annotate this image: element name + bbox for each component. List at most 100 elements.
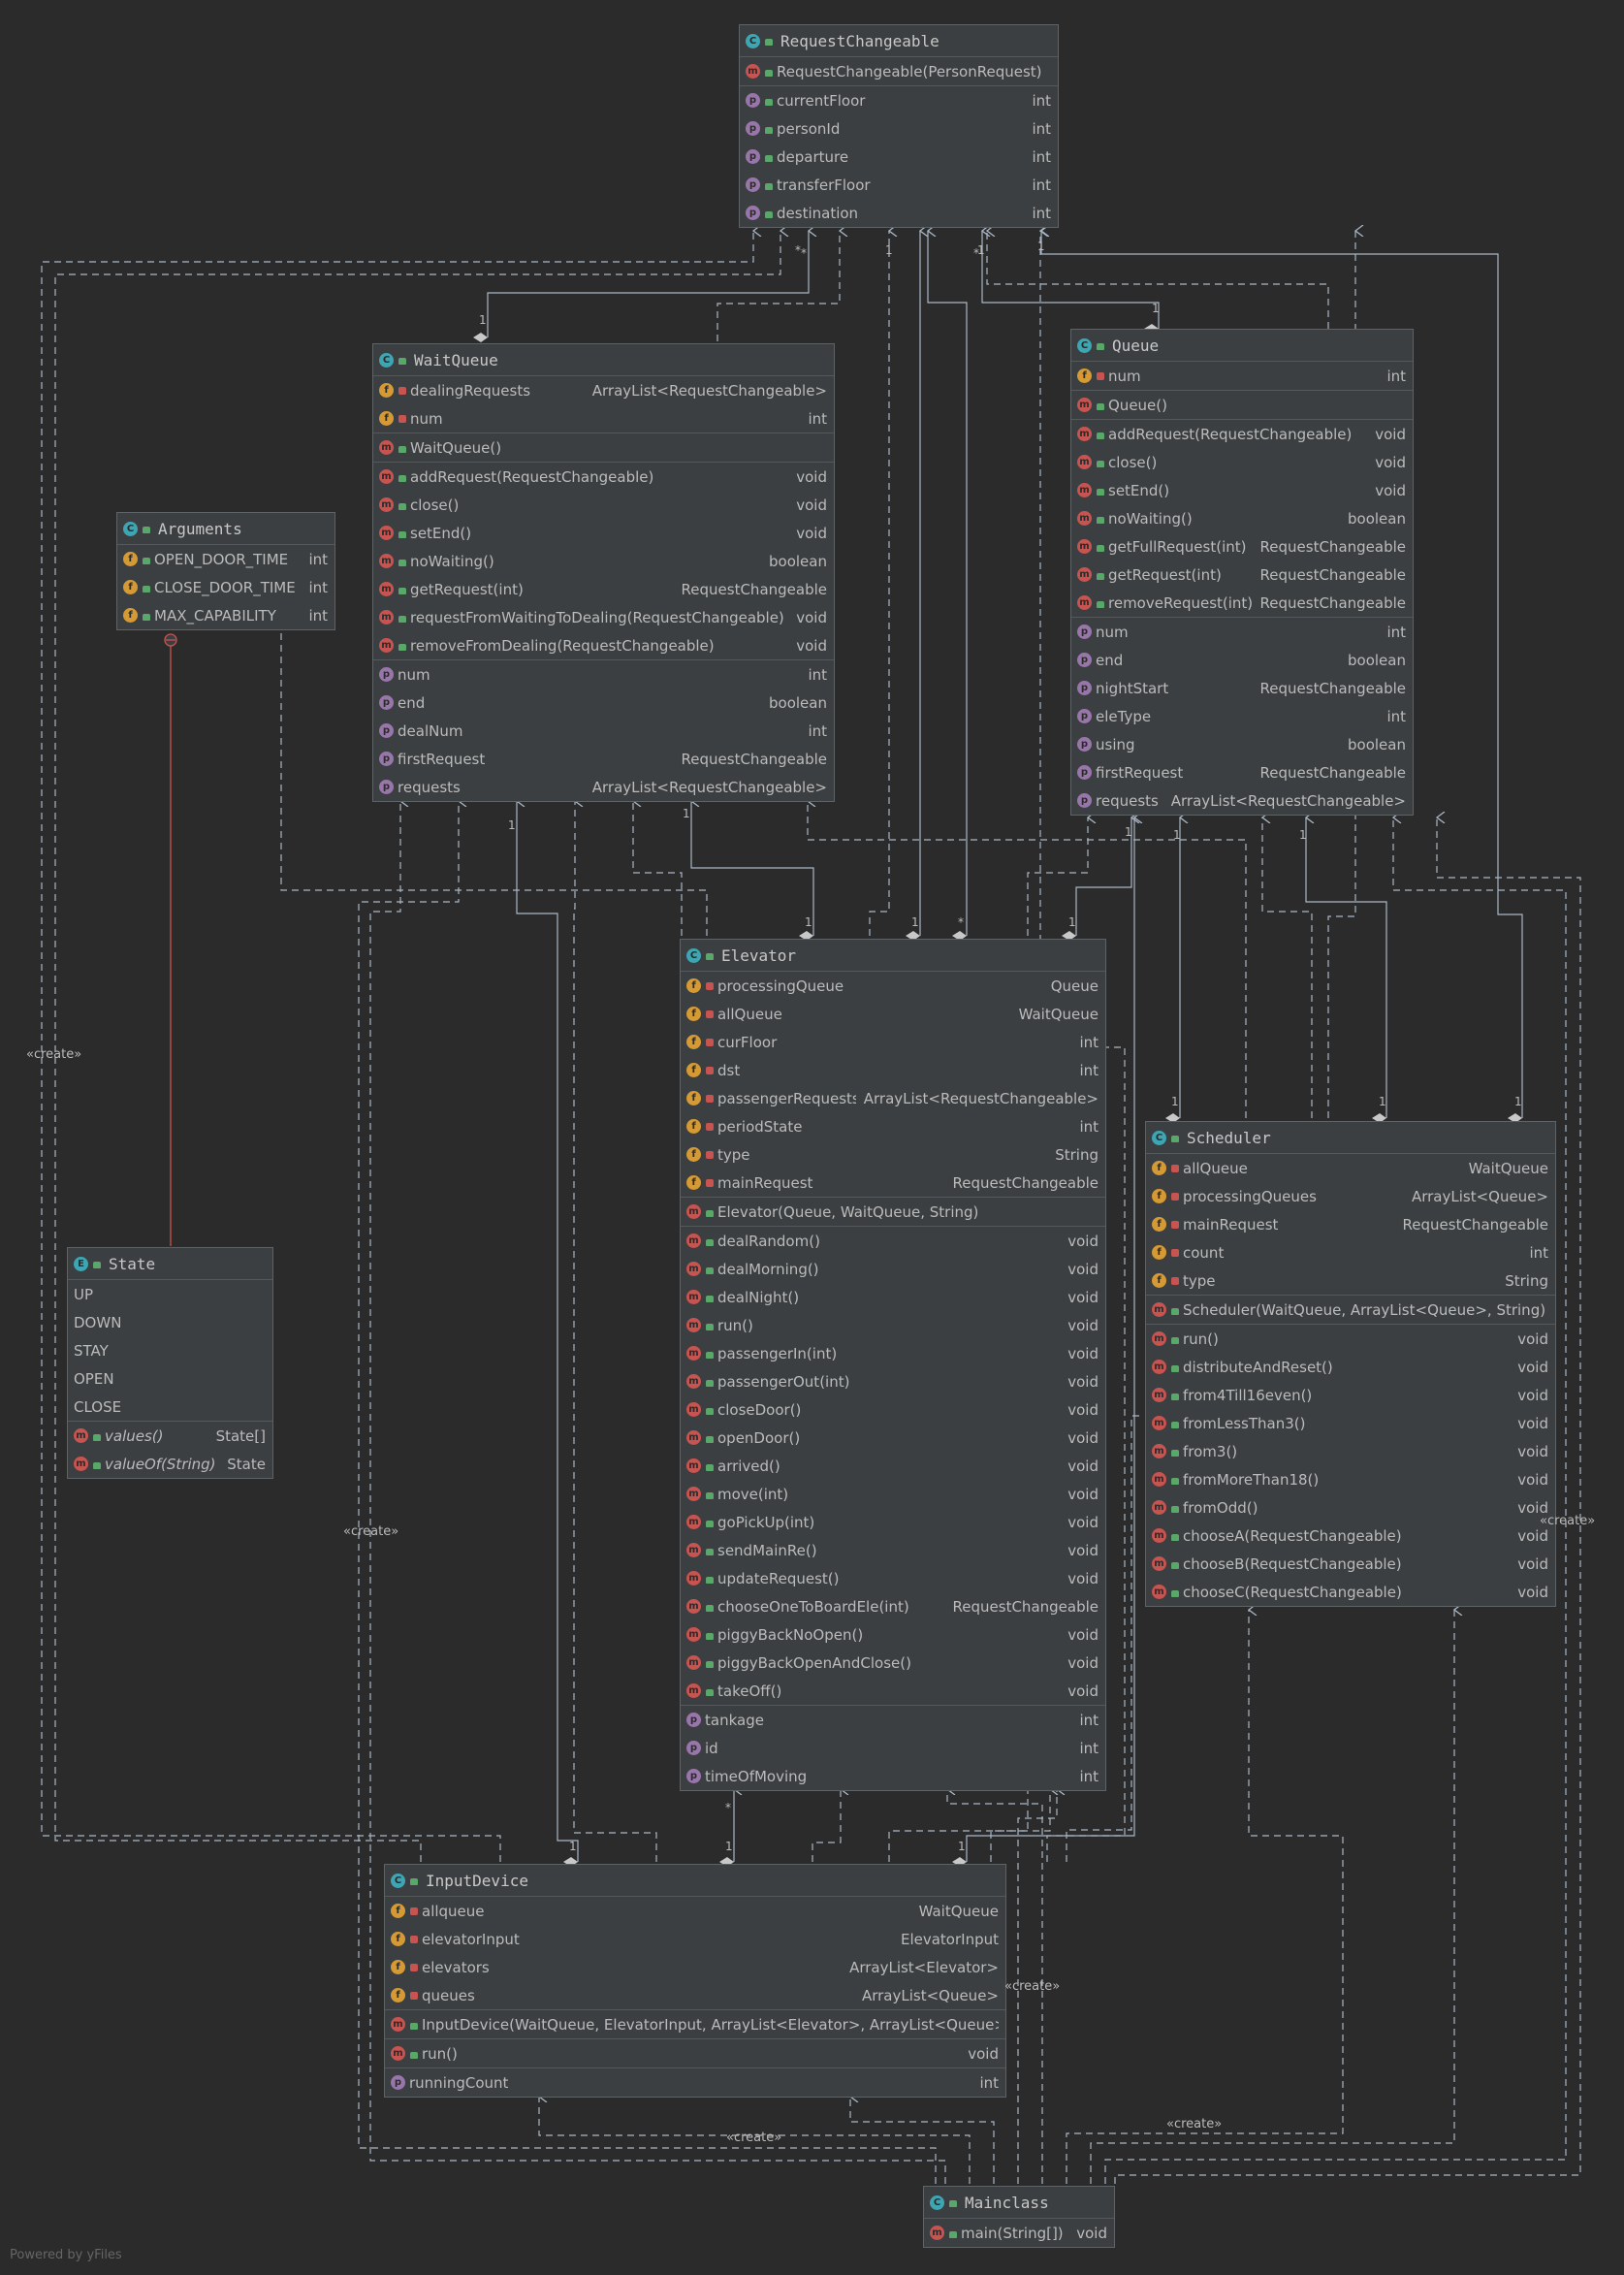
member-row[interactable]: p id int [681, 1734, 1105, 1762]
member-row[interactable]: p destination int [740, 199, 1058, 227]
member-row[interactable]: m closeDoor() void [681, 1395, 1105, 1424]
member-row[interactable]: m run() void [1146, 1325, 1555, 1353]
member-row[interactable]: f CLOSE_DOOR_TIME int [117, 573, 334, 601]
member-row[interactable]: UP [68, 1280, 272, 1308]
class-requestchangeable[interactable]: C RequestChangeable m RequestChangeable(Per… [739, 24, 1059, 228]
member-row[interactable]: f elevatorInput ElevatorInput [385, 1925, 1005, 1953]
member-row[interactable]: f queues ArrayList<Queue> [385, 1981, 1005, 2009]
member-row[interactable]: m dealMorning() void [681, 1255, 1105, 1283]
member-row[interactable]: m getRequest(int) RequestChangeable [1071, 561, 1413, 589]
member-row[interactable]: f processingQueue Queue [681, 972, 1105, 1000]
member-row[interactable]: m from4Till16even() void [1146, 1381, 1555, 1409]
member-row[interactable]: m takeOff() void [681, 1677, 1105, 1705]
member-row[interactable]: m distributeAndReset() void [1146, 1353, 1555, 1381]
member-row[interactable]: CLOSE [68, 1393, 272, 1421]
member-row[interactable]: f mainRequest RequestChangeable [681, 1169, 1105, 1197]
member-row[interactable]: f curFloor int [681, 1028, 1105, 1056]
member-row[interactable]: p using boolean [1071, 730, 1413, 758]
member-row[interactable]: m setEnd() void [373, 519, 834, 547]
member-row[interactable]: m sendMainRe() void [681, 1536, 1105, 1564]
member-row[interactable]: STAY [68, 1336, 272, 1364]
member-row[interactable]: m passengerIn(int) void [681, 1339, 1105, 1367]
member-row[interactable]: m fromMoreThan18() void [1146, 1465, 1555, 1493]
member-row[interactable]: m run() void [681, 1311, 1105, 1339]
member-row[interactable]: f num int [1071, 362, 1413, 390]
member-row[interactable]: f MAX_CAPABILITY int [117, 601, 334, 629]
member-row[interactable]: p num int [1071, 618, 1413, 646]
class-inputdevice[interactable]: C InputDevice f allqueue WaitQueue f elevatorI… [384, 1864, 1006, 2098]
member-row[interactable]: f type String [681, 1140, 1105, 1169]
member-row[interactable]: m noWaiting() boolean [1071, 504, 1413, 532]
member-row[interactable]: m getRequest(int) RequestChangeable [373, 575, 834, 603]
member-row[interactable]: p personId int [740, 114, 1058, 143]
member-row[interactable]: m getFullRequest(int) RequestChangeable [1071, 532, 1413, 561]
class-waitqueue[interactable]: C WaitQueue f dealingRequests ArrayList<Requ… [372, 343, 835, 802]
member-row[interactable]: p eleType int [1071, 702, 1413, 730]
member-row[interactable]: p currentFloor int [740, 86, 1058, 114]
member-row[interactable]: m requestFromWaitingToDealing(RequestChan… [373, 603, 834, 631]
member-row[interactable]: m run() void [385, 2039, 1005, 2067]
member-row[interactable]: m goPickUp(int) void [681, 1508, 1105, 1536]
member-row[interactable]: m noWaiting() boolean [373, 547, 834, 575]
member-row[interactable]: m InputDevice(WaitQueue, ElevatorInput, A… [385, 2010, 1005, 2038]
member-row[interactable]: p tankage int [681, 1706, 1105, 1734]
member-row[interactable]: m chooseC(RequestChangeable) void [1146, 1578, 1555, 1606]
member-row[interactable]: m chooseA(RequestChangeable) void [1146, 1522, 1555, 1550]
class-queue[interactable]: C Queue f num int m Queue() m addRequest(Request… [1070, 329, 1414, 816]
member-row[interactable]: p requests ArrayList<RequestChangeable> [1071, 786, 1413, 815]
member-row[interactable]: m Queue() [1071, 391, 1413, 419]
member-row[interactable]: f allQueue WaitQueue [1146, 1154, 1555, 1182]
member-row[interactable]: m dealRandom() void [681, 1227, 1105, 1255]
member-row[interactable]: f elevators ArrayList<Elevator> [385, 1953, 1005, 1981]
member-row[interactable]: m WaitQueue() [373, 433, 834, 462]
member-row[interactable]: f dst int [681, 1056, 1105, 1084]
member-row[interactable]: m removeRequest(int) RequestChangeable [1071, 589, 1413, 617]
member-row[interactable]: p end boolean [1071, 646, 1413, 674]
member-row[interactable]: p num int [373, 660, 834, 689]
member-row[interactable]: f processingQueues ArrayList<Queue> [1146, 1182, 1555, 1210]
member-row[interactable]: f allQueue WaitQueue [681, 1000, 1105, 1028]
member-row[interactable]: m chooseOneToBoardEle(int) RequestChangeab… [681, 1592, 1105, 1620]
member-row[interactable]: p transferFloor int [740, 171, 1058, 199]
member-row[interactable]: m move(int) void [681, 1480, 1105, 1508]
member-row[interactable]: m fromLessThan3() void [1146, 1409, 1555, 1437]
member-row[interactable]: f allqueue WaitQueue [385, 1897, 1005, 1925]
member-row[interactable]: p runningCount int [385, 2068, 1005, 2097]
member-row[interactable]: m chooseB(RequestChangeable) void [1146, 1550, 1555, 1578]
member-row[interactable]: m close() void [373, 491, 834, 519]
class-arguments[interactable]: C Arguments f OPEN_DOOR_TIME int f CLOSE_DOOR_… [116, 512, 335, 630]
member-row[interactable]: f num int [373, 404, 834, 433]
member-row[interactable]: f OPEN_DOOR_TIME int [117, 545, 334, 573]
member-row[interactable]: DOWN [68, 1308, 272, 1336]
member-row[interactable]: f type String [1146, 1266, 1555, 1295]
member-row[interactable]: m arrived() void [681, 1452, 1105, 1480]
member-row[interactable]: m openDoor() void [681, 1424, 1105, 1452]
member-row[interactable]: m updateRequest() void [681, 1564, 1105, 1592]
member-row[interactable]: m setEnd() void [1071, 476, 1413, 504]
member-row[interactable]: p end boolean [373, 689, 834, 717]
member-row[interactable]: p departure int [740, 143, 1058, 171]
member-row[interactable]: f passengerRequests ArrayList<RequestChang… [681, 1084, 1105, 1112]
member-row[interactable]: p firstRequest RequestChangeable [373, 745, 834, 773]
member-row[interactable]: m piggyBackNoOpen() void [681, 1620, 1105, 1649]
member-row[interactable]: m main(String[]) void [924, 2219, 1114, 2247]
member-row[interactable]: p nightStart RequestChangeable [1071, 674, 1413, 702]
member-row[interactable]: m addRequest(RequestChangeable) void [1071, 420, 1413, 448]
member-row[interactable]: f dealingRequests ArrayList<RequestChangea… [373, 376, 834, 404]
member-row[interactable]: p requests ArrayList<RequestChangeable> [373, 773, 834, 801]
member-row[interactable]: m Elevator(Queue, WaitQueue, String) [681, 1198, 1105, 1226]
member-row[interactable]: f mainRequest RequestChangeable [1146, 1210, 1555, 1238]
member-row[interactable]: m addRequest(RequestChangeable) void [373, 463, 834, 491]
enum-state[interactable]: E State UP DOWN STAY OPEN CLOSE m values() State[… [67, 1247, 273, 1479]
member-row[interactable]: p timeOfMoving int [681, 1762, 1105, 1790]
member-row[interactable]: f count int [1146, 1238, 1555, 1266]
member-row[interactable]: m removeFromDealing(RequestChangeable) voi… [373, 631, 834, 659]
member-row[interactable]: OPEN [68, 1364, 272, 1393]
member-row[interactable]: m valueOf(String) State [68, 1450, 272, 1478]
member-row[interactable]: p firstRequest RequestChangeable [1071, 758, 1413, 786]
member-row[interactable]: m RequestChangeable(PersonRequest) [740, 57, 1058, 85]
member-row[interactable]: m piggyBackOpenAndClose() void [681, 1649, 1105, 1677]
member-row[interactable]: m passengerOut(int) void [681, 1367, 1105, 1395]
member-row[interactable]: m Scheduler(WaitQueue, ArrayList<Queue>, … [1146, 1296, 1555, 1324]
member-row[interactable]: p dealNum int [373, 717, 834, 745]
